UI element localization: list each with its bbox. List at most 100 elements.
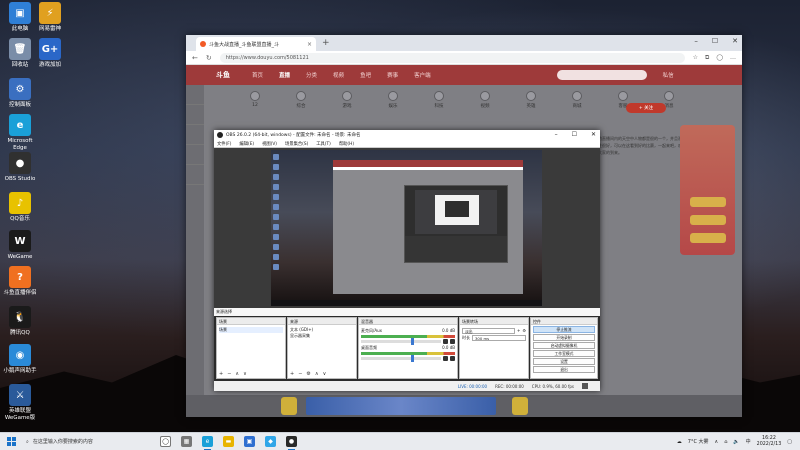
volume-slider[interactable]	[361, 338, 441, 345]
follow-button[interactable]: + 关注	[626, 103, 666, 113]
rail-item[interactable]	[186, 85, 204, 105]
gift-icon[interactable]	[512, 397, 528, 415]
scene-item[interactable]: 场景	[219, 327, 283, 333]
desktop-icon[interactable]: ? 斗鱼直播伴侣	[0, 266, 40, 297]
site-nav-item[interactable]: 私信	[663, 71, 674, 79]
promo-button[interactable]	[690, 197, 726, 207]
edge-icon[interactable]: e	[202, 436, 213, 450]
close-icon[interactable]: ✕	[591, 131, 596, 138]
speaker-icon[interactable]	[443, 339, 448, 344]
clock[interactable]: 16:22 2022/2/13	[757, 436, 782, 448]
menu-view[interactable]: 视图(V)	[262, 141, 277, 147]
desktop-icon[interactable]: 🐧 腾讯QQ	[0, 306, 40, 337]
exit-button[interactable]: 退出	[533, 366, 595, 373]
promo-button[interactable]	[690, 233, 726, 243]
collections-icon[interactable]: ⧉	[705, 54, 709, 62]
desktop-icon[interactable]: ⚡ 网易雷神	[30, 2, 70, 33]
remove-icon[interactable]: −	[298, 371, 302, 377]
obs-window[interactable]: OBS 26.0.2 (64-bit, windows) - 配置文件: 未命名…	[214, 130, 600, 391]
category-item[interactable]: 游戏	[338, 91, 356, 109]
site-search-input[interactable]	[556, 70, 647, 80]
close-tab-icon[interactable]: ×	[307, 41, 312, 48]
rail-item[interactable]	[186, 145, 204, 165]
duration-field[interactable]: 300 ms	[472, 335, 526, 341]
remove-icon[interactable]: −	[227, 371, 231, 377]
category-item[interactable]: 12	[246, 91, 264, 109]
move-down-icon[interactable]: ∨	[323, 371, 327, 377]
back-icon[interactable]: ←	[192, 54, 198, 62]
url-field[interactable]: https://www.douyu.com/5081121	[219, 52, 685, 63]
site-nav-item[interactable]: 鱼吧	[360, 71, 371, 79]
source-item[interactable]: 显示器采集	[290, 333, 354, 339]
promo-button[interactable]	[690, 215, 726, 225]
desktop-icon[interactable]: ♪ QQ音乐	[0, 192, 40, 223]
category-item[interactable]: 科技	[430, 91, 448, 109]
site-nav-item[interactable]: 分类	[306, 71, 317, 79]
add-icon[interactable]: +	[219, 371, 223, 377]
obs-preview[interactable]	[214, 148, 600, 308]
weather-text[interactable]: 7°C 大雾	[688, 438, 709, 445]
category-item[interactable]: 视频	[476, 91, 494, 109]
category-item[interactable]: 英雄	[522, 91, 540, 109]
favorite-star-icon[interactable]: ☆	[693, 54, 698, 62]
site-nav-item[interactable]: 首页	[252, 71, 263, 79]
rail-item[interactable]	[186, 165, 204, 185]
gift-icon[interactable]	[281, 397, 297, 415]
tray-expand-icon[interactable]: ∧	[715, 439, 719, 445]
desktop-icon[interactable]: ⚙ 控制面板	[0, 78, 40, 109]
menu-tools[interactable]: 工具(T)	[316, 141, 331, 147]
desktop-icon[interactable]: ⚔ 英雄联盟WeGame版	[0, 384, 40, 422]
move-up-icon[interactable]: ∧	[315, 371, 319, 377]
promo-banner[interactable]	[680, 125, 735, 255]
profile-icon[interactable]: ◯	[716, 54, 723, 62]
start-recording-button[interactable]: 开始录制	[533, 334, 595, 341]
taskbar-search[interactable]: ⌕ 在这里输入你要搜索的内容	[22, 434, 152, 450]
gear-icon[interactable]	[450, 339, 455, 344]
obs-taskbar-icon[interactable]: ●	[286, 436, 297, 450]
gear-icon[interactable]	[450, 356, 455, 361]
desktop-icon[interactable]: e Microsoft Edge	[0, 114, 40, 152]
menu-file[interactable]: 文件(F)	[217, 141, 231, 147]
start-button[interactable]	[0, 433, 22, 450]
menu-scene-collection[interactable]: 场景集合(S)	[285, 141, 308, 147]
notifications-icon[interactable]: ▢	[787, 439, 792, 445]
volume-slider[interactable]	[361, 355, 441, 362]
minimize-icon[interactable]: –	[694, 37, 698, 45]
widgets-icon[interactable]: ▦	[181, 436, 192, 447]
close-icon[interactable]: ✕	[732, 37, 738, 45]
network-icon[interactable]: ⌂	[724, 439, 727, 445]
site-nav-item[interactable]: 视频	[333, 71, 344, 79]
desktop-icon[interactable]: ● OBS Studio	[0, 152, 40, 183]
move-up-icon[interactable]: ∧	[235, 371, 239, 377]
transition-select[interactable]: 淡出	[462, 328, 516, 334]
site-nav-item[interactable]: 直播	[279, 71, 290, 79]
studio-mode-button[interactable]: 工作室模式	[533, 350, 595, 357]
settings-button[interactable]: 设置	[533, 358, 595, 365]
site-nav-item[interactable]: 客户端	[414, 71, 431, 79]
settings-app-icon[interactable]: ◆	[265, 436, 276, 447]
stop-streaming-button[interactable]: 停止推流	[533, 326, 595, 333]
more-menu-icon[interactable]: …	[730, 54, 736, 62]
virtual-camera-button[interactable]: 启动虚拟摄像机	[533, 342, 595, 349]
desktop-icon[interactable]: G+ 游戏加加	[30, 38, 70, 69]
file-explorer-icon[interactable]: ▬	[223, 436, 234, 447]
gear-icon[interactable]: ⚙	[306, 371, 310, 377]
refresh-icon[interactable]: ↻	[206, 54, 212, 62]
add-icon[interactable]: +	[517, 328, 520, 334]
site-nav-item[interactable]: 赛事	[387, 71, 398, 79]
desktop-icon[interactable]: W WeGame	[0, 230, 40, 261]
menu-help[interactable]: 帮助(H)	[339, 141, 354, 147]
category-item[interactable]: 娱乐	[384, 91, 402, 109]
site-logo[interactable]: 斗鱼	[216, 70, 230, 80]
task-view-icon[interactable]: ◯	[160, 436, 171, 447]
gear-icon[interactable]: ⚙	[522, 328, 526, 334]
new-tab-icon[interactable]: +	[322, 38, 330, 48]
maximize-icon[interactable]: ☐	[572, 131, 577, 138]
browser-tab[interactable]: 斗鱼大战直播_斗鱼联盟直播_斗 ×	[196, 37, 316, 51]
maximize-icon[interactable]: ☐	[712, 37, 718, 45]
store-icon[interactable]: ▣	[244, 436, 255, 447]
rail-item[interactable]	[186, 105, 204, 125]
ime-indicator[interactable]: 中	[746, 438, 751, 445]
add-icon[interactable]: +	[290, 371, 294, 377]
volume-icon[interactable]: 🔈	[733, 439, 739, 445]
